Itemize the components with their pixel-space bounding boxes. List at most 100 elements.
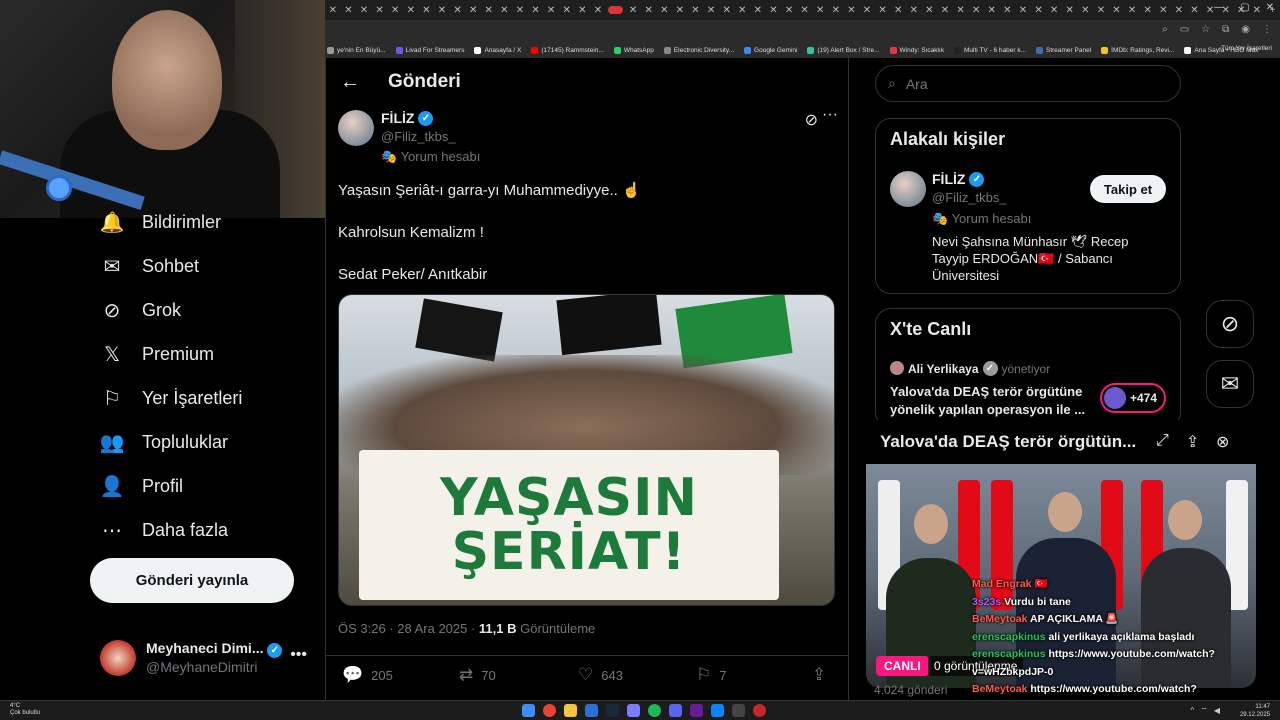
tab-close-icon[interactable]: ✕ <box>575 5 591 16</box>
tab-close-icon[interactable]: ✕ <box>922 5 938 16</box>
bookmark-item[interactable]: Livad For Streamers <box>395 46 464 54</box>
close-window-icon[interactable]: ✕ <box>1266 2 1274 13</box>
bookmark-item[interactable]: (19) Alert Box / Stre... <box>807 46 880 54</box>
avatar[interactable] <box>338 110 374 146</box>
tab-close-icon[interactable]: ✕ <box>766 5 782 16</box>
spotify-icon[interactable] <box>648 704 661 717</box>
tab-close-icon[interactable]: ✕ <box>984 5 1000 16</box>
tab-close-icon[interactable]: ✕ <box>1078 5 1094 16</box>
star-icon[interactable]: ☆ <box>1201 24 1210 35</box>
tab-close-icon[interactable]: ✕ <box>656 5 672 16</box>
tab-close-icon[interactable]: ✕ <box>703 5 719 16</box>
tab-close-icon[interactable]: ✕ <box>450 5 466 16</box>
bookmark-item[interactable]: Streamer Panel <box>1035 46 1091 54</box>
follow-button[interactable]: Takip et <box>1090 175 1166 203</box>
bookmark-item[interactable]: Electronic Diversity... <box>663 46 734 54</box>
tab-close-icon[interactable]: ✕ <box>1062 5 1078 16</box>
tab-close-icon[interactable]: ✕ <box>559 5 575 16</box>
tab-close-icon[interactable]: ✕ <box>781 5 797 16</box>
all-bookmarks-folder[interactable]: Tüm Yer İşaretleri <box>1221 45 1272 52</box>
nav-item-person[interactable]: 👤 Profil <box>100 474 183 498</box>
nav-item-bookmark[interactable]: ⚐ Yer İşaretleri <box>100 386 242 410</box>
tab-close-icon[interactable]: ✕ <box>434 5 450 16</box>
tab-close-icon[interactable]: ✕ <box>497 5 513 16</box>
bookmark-button[interactable]: ⚐ 7 <box>696 665 726 685</box>
avatar[interactable] <box>890 171 926 207</box>
nav-item-more-circle[interactable]: ⋯ Daha fazla <box>100 518 228 542</box>
tab-close-icon[interactable]: ✕ <box>1171 5 1187 16</box>
bookmark-item[interactable]: (17145) Rammstein... <box>531 46 604 54</box>
tab-close-icon[interactable]: ✕ <box>1031 5 1047 16</box>
tab-close-icon[interactable]: ✕ <box>528 5 544 16</box>
like-button[interactable]: ♡ 643 <box>578 665 623 685</box>
share-button[interactable]: ⇪ <box>812 665 826 685</box>
tab-close-icon[interactable]: ✕ <box>968 5 984 16</box>
expand-icon[interactable]: ⤢ <box>1156 432 1169 450</box>
chevron-up-icon[interactable]: ^ <box>1191 706 1195 716</box>
post-time[interactable]: ÖS 3:26 · 28 Ara 2025 · <box>338 621 479 636</box>
more-icon[interactable]: ··· <box>822 106 838 124</box>
chrome-icon[interactable] <box>543 704 556 717</box>
tab-close-icon[interactable]: ✕ <box>1109 5 1125 16</box>
tab-close-icon[interactable]: ✕ <box>625 5 641 16</box>
nav-item-mail[interactable]: ✉ Sohbet <box>100 254 199 278</box>
tab-close-icon[interactable]: ✕ <box>734 5 750 16</box>
tab-close-icon[interactable]: ✕ <box>937 5 953 16</box>
tab-close-icon[interactable]: ✕ <box>812 5 828 16</box>
close-icon[interactable]: ⊗ <box>1216 432 1229 452</box>
folder-icon[interactable] <box>564 704 577 717</box>
minimize-icon[interactable]: — <box>1214 2 1224 13</box>
app-icon[interactable] <box>690 704 703 717</box>
volume-icon[interactable]: ◀ <box>1214 706 1220 716</box>
discord-icon[interactable] <box>669 704 682 717</box>
bookmark-item[interactable]: IMDb: Ratings, Revi... <box>1101 46 1174 54</box>
app-icon[interactable] <box>711 704 724 717</box>
recording-tab[interactable] <box>607 6 624 14</box>
tab-close-icon[interactable]: ✕ <box>481 5 497 16</box>
tab-close-icon[interactable]: ✕ <box>875 5 891 16</box>
live-host[interactable]: Ali Yerlikaya ✓ yönetiyor <box>908 361 1050 376</box>
extensions-icon[interactable]: ⧉ <box>1222 24 1229 35</box>
bookmark-item[interactable]: Multi TV - 6 haber k... <box>953 46 1026 54</box>
live-listeners[interactable]: +474 <box>1100 383 1166 413</box>
tab-close-icon[interactable]: ✕ <box>403 5 419 16</box>
app-icon[interactable] <box>585 704 598 717</box>
tab-close-icon[interactable]: ✕ <box>341 5 357 16</box>
bookmark-item[interactable]: WhatsApp <box>613 46 654 54</box>
tab-close-icon[interactable]: ✕ <box>859 5 875 16</box>
tab-close-icon[interactable]: ✕ <box>387 5 403 16</box>
tab-close-icon[interactable]: ✕ <box>953 5 969 16</box>
related-handle[interactable]: @Filiz_tkbs_ <box>932 190 1007 205</box>
zoom-icon[interactable]: ⌕ <box>1162 24 1168 35</box>
live-headline[interactable]: Yalova'da DEAŞ terör örgütüne yönelik ya… <box>890 383 1095 419</box>
nav-item-grok[interactable]: ⊘ Grok <box>100 298 181 322</box>
tab-close-icon[interactable]: ✕ <box>325 5 341 16</box>
bookmark-item[interactable]: Anasayfa / X <box>474 46 521 54</box>
tab-close-icon[interactable]: ✕ <box>512 5 528 16</box>
post-image[interactable]: YAŞASIN ŞERİAT! <box>338 294 835 606</box>
bookmark-item[interactable]: Windy: Sıcaklık <box>889 46 944 54</box>
weather-widget[interactable]: 4°C Çok bulutlu <box>10 703 40 717</box>
tab-close-icon[interactable]: ✕ <box>1124 5 1140 16</box>
bookmark-item[interactable]: ye'nin En Büyü... <box>327 46 386 54</box>
search-input[interactable]: ⌕ Ara <box>875 65 1181 102</box>
repost-button[interactable]: ⇄ 70 <box>459 665 496 685</box>
nav-item-people[interactable]: 👥 Topluluklar <box>100 430 229 454</box>
tab-close-icon[interactable]: ✕ <box>1155 5 1171 16</box>
grok-icon[interactable]: ⊘ <box>805 110 818 130</box>
grok-fab[interactable]: ⊘ <box>1206 300 1254 348</box>
tab-close-icon[interactable]: ✕ <box>419 5 435 16</box>
author-handle[interactable]: @Filiz_tkbs_ <box>381 129 456 144</box>
app-icon[interactable] <box>627 704 640 717</box>
post-button[interactable]: Gönderi yayınla <box>90 558 294 603</box>
obs-icon[interactable] <box>732 704 745 717</box>
bookmark-item[interactable]: Google Gemini <box>744 46 797 54</box>
app-icon[interactable] <box>753 704 766 717</box>
tab-close-icon[interactable]: ✕ <box>1187 5 1203 16</box>
wifi-icon[interactable]: ⌔ <box>1200 706 1208 716</box>
tab-close-icon[interactable]: ✕ <box>750 5 766 16</box>
tab-close-icon[interactable]: ✕ <box>641 5 657 16</box>
author-name[interactable]: FİLİZ ✓ <box>381 110 434 126</box>
profile-icon[interactable]: ◉ <box>1241 24 1250 35</box>
tab-close-icon[interactable]: ✕ <box>1046 5 1062 16</box>
